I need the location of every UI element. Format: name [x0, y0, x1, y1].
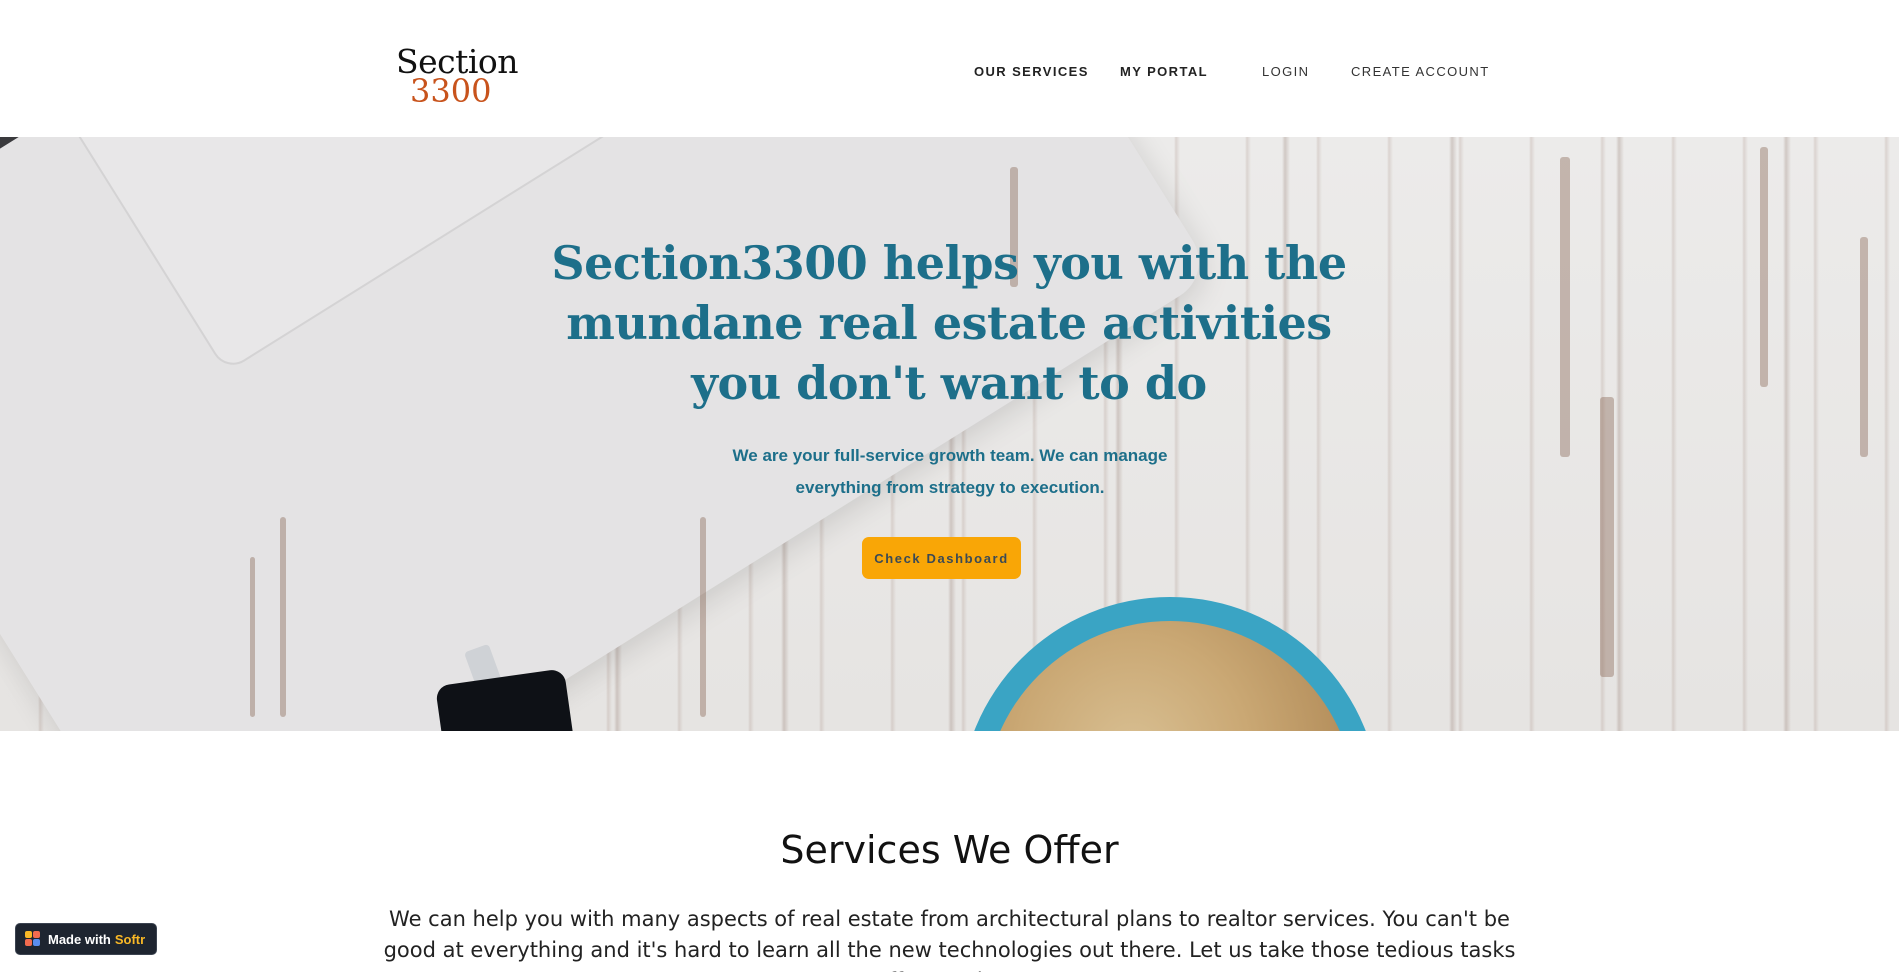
- nav-login[interactable]: LOGIN: [1262, 64, 1309, 79]
- wood-grain: [280, 517, 286, 717]
- nav-my-portal[interactable]: MY PORTAL: [1120, 64, 1208, 79]
- wood-grain: [1760, 147, 1768, 387]
- laptop-image: [0, 137, 1214, 731]
- nav-create-account[interactable]: CREATE ACCOUNT: [1351, 64, 1490, 79]
- softr-logo-icon: [25, 931, 41, 947]
- wood-grain: [250, 557, 255, 717]
- wood-grain: [1600, 397, 1614, 677]
- services-description: We can help you with many aspects of rea…: [383, 907, 1516, 972]
- services-title: Services We Offer: [780, 828, 1119, 872]
- hero-title: Section3300 helps you with the mundane r…: [551, 236, 1347, 410]
- logo[interactable]: Section 3300: [396, 45, 519, 110]
- wood-grain: [700, 517, 706, 717]
- site-header: Section 3300 OUR SERVICES MY PORTAL LOGI…: [0, 0, 1899, 137]
- check-dashboard-button[interactable]: Check Dashboard: [862, 537, 1021, 579]
- badge-brand: Softr: [114, 931, 146, 947]
- nav-our-services[interactable]: OUR SERVICES: [974, 64, 1089, 79]
- hero-section: [0, 137, 1899, 731]
- laptop-keys: [0, 137, 88, 264]
- logo-text-number: 3300: [410, 72, 492, 110]
- badge-made-with: Made with: [48, 931, 111, 947]
- made-with-softr-badge[interactable]: Made with Softr: [15, 923, 157, 955]
- hero-subtitle: We are your full-service growth team. We…: [732, 446, 1168, 497]
- coffee-image: [984, 621, 1356, 731]
- laptop-trackpad: [67, 137, 625, 373]
- wood-grain: [1560, 157, 1570, 457]
- wood-grain: [1860, 237, 1868, 457]
